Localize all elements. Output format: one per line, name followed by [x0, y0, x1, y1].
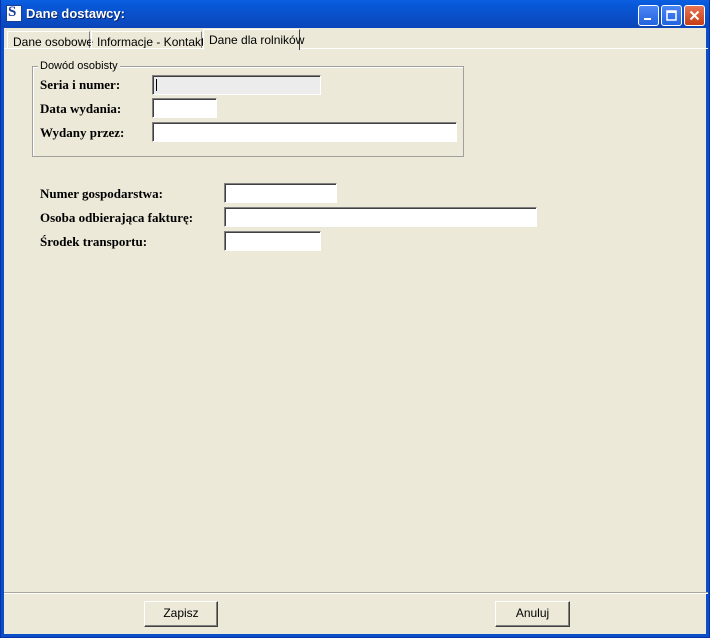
close-button[interactable] [684, 5, 705, 26]
minimize-button[interactable] [638, 5, 659, 26]
text-caret [156, 79, 157, 91]
invoice-recipient-field[interactable] [224, 207, 537, 227]
transport-label: Środek transportu: [40, 234, 148, 249]
issued-by-field[interactable] [152, 122, 457, 142]
tab-informacje-kontakty[interactable]: Informacje - Kontakty [91, 31, 210, 49]
farm-number-field[interactable] [224, 183, 337, 203]
invoice-recipient-label: Osoba odbierająca fakturę: [40, 210, 194, 225]
frame-right [706, 28, 709, 636]
frame-bottom [1, 634, 709, 637]
issued-by-label: Wydany przez: [40, 125, 125, 140]
transport-field[interactable] [224, 231, 321, 251]
close-icon [689, 10, 700, 21]
series-number-field[interactable] [152, 75, 321, 95]
tab-dane-osobowe[interactable]: Dane osobowe [7, 31, 93, 49]
maximize-icon [666, 10, 677, 21]
app-icon[interactable]: S [6, 4, 22, 22]
cancel-button[interactable]: Anuluj [495, 601, 570, 627]
frame-left [1, 28, 4, 636]
issue-date-label: Data wydania: [40, 101, 122, 116]
id-document-group-title: Dowód osobisty [38, 60, 120, 72]
tab-divider [4, 48, 708, 49]
farm-number-label: Numer gospodarstwa: [40, 186, 163, 201]
maximize-button[interactable] [661, 5, 682, 26]
window-title: Dane dostawcy: [26, 6, 125, 21]
footer-divider-highlight [4, 593, 708, 594]
minimize-icon [644, 18, 651, 20]
series-number-label: Seria i numer: [40, 77, 121, 92]
save-button[interactable]: Zapisz [144, 601, 218, 627]
title-bar[interactable]: S Dane dostawcy: [1, 0, 709, 28]
tab-dane-dla-rolnikow[interactable]: Dane dla rolników [203, 29, 304, 50]
window: S Dane dostawcy: Dane osobowe Informacje… [0, 0, 710, 638]
issue-date-field[interactable] [152, 98, 217, 118]
